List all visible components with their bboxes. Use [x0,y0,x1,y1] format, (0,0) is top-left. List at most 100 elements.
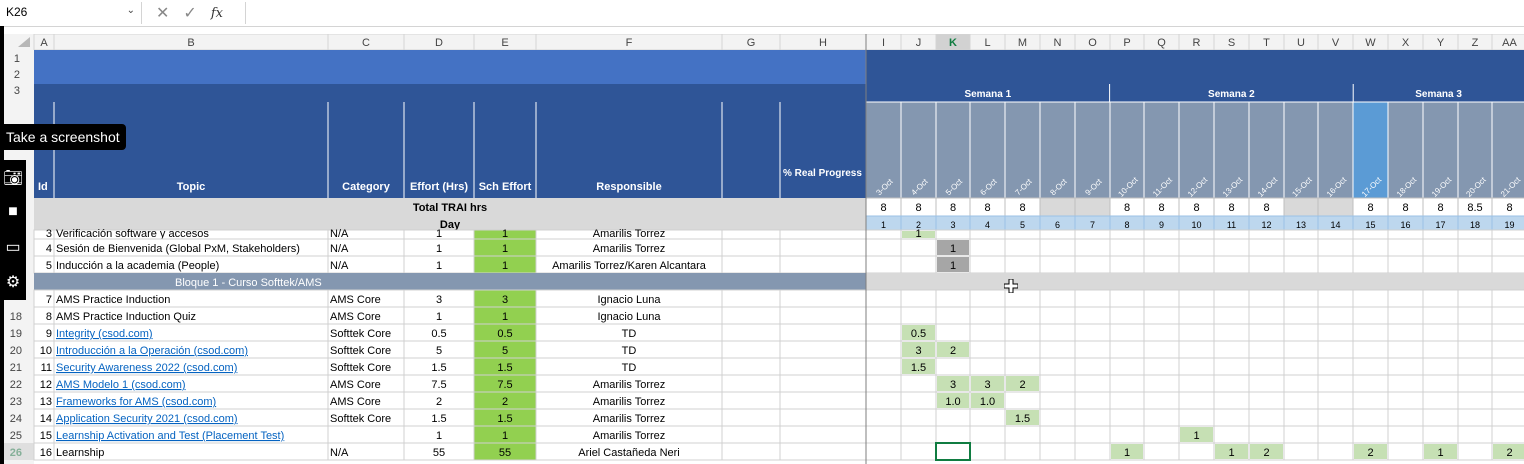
section-row-dates [866,273,1524,290]
row-sch-effort: 1 [502,430,508,442]
cell [1039,442,1076,461]
fx-icon[interactable]: fx [211,6,223,21]
cell [1248,425,1285,444]
cell [900,391,937,410]
day-number: 19 [1504,220,1514,230]
day-number: 10 [1191,220,1201,230]
cell [779,229,867,240]
row-id: 15 [40,430,52,442]
cell [1491,289,1524,308]
cell [900,442,937,461]
schedule-value: 1 [950,243,956,255]
column-label-U: U [1297,37,1305,49]
row-responsible: TD [622,328,637,340]
row-topic: AMS Practice Induction [56,294,170,306]
row-topic[interactable]: Introducción a la Operación (csod.com) [56,345,248,357]
formula-input[interactable] [250,2,1524,24]
name-box[interactable]: K26 ⌄ [0,2,142,24]
cell [1422,374,1459,393]
day-number: 12 [1261,220,1271,230]
cell [779,374,867,393]
cell [1352,229,1389,240]
row-topic[interactable]: AMS Modelo 1 (csod.com) [56,379,186,391]
spreadsheet-grid[interactable]: A B C D E F G H I J K L M N O P Q R S T U V W X Y Z AA123 Semana 1S… [0,34,1524,464]
cell [1213,323,1250,342]
cell [1143,340,1180,359]
cell [1074,408,1111,427]
total-value: 8 [1437,202,1443,214]
cell [1283,340,1319,359]
cell [1317,374,1354,393]
cell [1283,357,1319,376]
cell [1074,391,1111,410]
cell [721,229,781,240]
cell [1491,391,1524,410]
row-number: 25 [10,430,22,442]
cell [1213,408,1250,427]
cancel-icon[interactable]: ✕ [156,3,169,23]
cell [1491,357,1524,376]
cell [1457,289,1493,308]
row-category: Softtek Core [330,345,391,357]
row-topic[interactable]: Security Awareness 2022 (csod.com) [56,362,237,374]
check-icon[interactable]: ✓ [183,3,196,23]
row-responsible: Amarilis Torrez [593,430,666,442]
row-id: 10 [40,345,52,357]
cell [1317,238,1354,257]
cell [779,289,867,308]
row-topic[interactable]: Frameworks for AMS (csod.com) [56,396,216,408]
row-sch-effort: 1 [502,228,508,240]
cell [1387,306,1424,325]
total-cell [1039,197,1076,217]
row-effort: 3 [436,294,442,306]
cell [1074,425,1111,444]
cell [1248,255,1285,274]
row-topic[interactable]: Integrity (csod.com) [56,328,153,340]
cell [1387,238,1424,257]
column-label-M: M [1018,37,1027,49]
cell [1283,391,1319,410]
cell [1109,289,1145,308]
cell [969,229,1006,240]
video-icon[interactable]: ■ [8,203,18,221]
cell [935,229,971,240]
day-number: 15 [1365,220,1375,230]
day-number: 6 [1055,220,1060,230]
chevron-down-icon[interactable]: ⌄ [127,5,135,16]
cell [935,289,971,308]
column-label-S: S [1228,37,1235,49]
window-icon[interactable]: ▭ [5,237,20,257]
cell [779,442,867,461]
cell [1248,238,1285,257]
cell [1352,408,1389,427]
column-label-H: H [819,37,827,49]
cell [865,442,902,461]
cell [1457,306,1493,325]
cell [1074,323,1111,342]
row-category: AMS Core [330,379,381,391]
camera-icon[interactable]: 📷︎ [3,168,23,188]
column-label-O: O [1088,37,1097,49]
column-label-B: B [187,37,194,49]
cell [1074,306,1111,325]
column-label-P: P [1123,37,1130,49]
cell [1457,255,1493,274]
total-value: 8.5 [1467,202,1482,214]
row-effort: 1 [436,430,442,442]
row-topic[interactable]: Application Security 2021 (csod.com) [56,413,238,425]
row-number-1: 1 [14,53,20,65]
day-number: 16 [1400,220,1410,230]
row-topic[interactable]: Learnship Activation and Test (Placement… [56,430,284,442]
schedule-value: 3 [950,379,956,391]
column-label-J: J [916,37,922,49]
cell [1178,408,1215,427]
cell [1387,442,1424,461]
cell [1178,238,1215,257]
cell [1074,238,1111,257]
row-responsible: Ariel Castañeda Neri [578,447,680,459]
cell [1039,289,1076,308]
gear-icon[interactable]: ⚙ [6,272,20,292]
cell [1457,323,1493,342]
cell [1109,340,1145,359]
day-number: 8 [1124,220,1129,230]
